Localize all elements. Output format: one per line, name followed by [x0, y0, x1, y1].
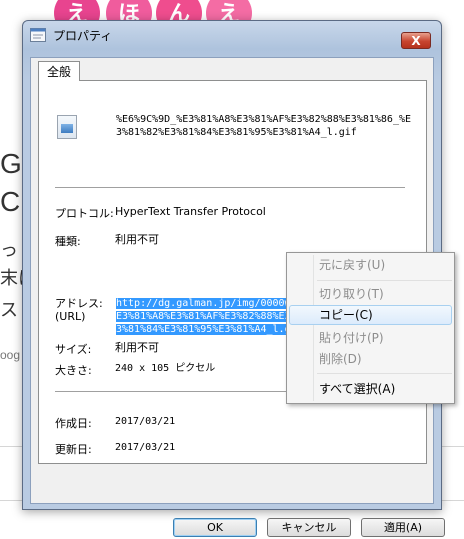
dimensions-value: 240 x 105 ピクセル [115, 363, 216, 374]
close-button[interactable]: X [401, 32, 431, 49]
protocol-label: プロトコル: [55, 207, 114, 220]
cancel-button[interactable]: キャンセル [267, 518, 351, 537]
created-value: 2017/03/21 [115, 416, 176, 427]
type-label: 種類: [55, 235, 81, 248]
address-label: アドレス: [55, 297, 103, 310]
size-value: 利用不可 [115, 341, 159, 354]
image-file-icon [57, 115, 77, 139]
properties-icon [30, 28, 46, 42]
file-name: %E6%9C%9D_%E3%81%A8%E3%81%AF%E3%82%88%E3… [116, 114, 412, 138]
tab-general[interactable]: 全般 [38, 61, 81, 81]
apply-button[interactable]: 適用(A) [361, 518, 445, 537]
background-text-fragment-4: oog [0, 348, 21, 362]
menu-item-delete[interactable]: 削除(D) [289, 349, 452, 369]
menu-separator [317, 373, 452, 374]
menu-item-cut[interactable]: 切り取り(T) [289, 284, 452, 304]
modified-label: 更新日: [55, 443, 92, 456]
address-url-label: (URL) [55, 310, 86, 323]
protocol-value: HyperText Transfer Protocol [115, 205, 266, 218]
background-text-fragment-1: っ [0, 240, 18, 260]
size-label: サイズ: [55, 343, 92, 356]
modified-value: 2017/03/21 [115, 442, 176, 453]
type-value: 利用不可 [115, 233, 159, 246]
menu-item-copy[interactable]: コピー(C) [289, 305, 452, 325]
dialog-title: プロパティ [53, 29, 113, 43]
dimensions-label: 大きさ: [55, 364, 92, 377]
menu-item-paste[interactable]: 貼り付け(P) [289, 328, 452, 348]
ok-button[interactable]: OK [173, 518, 257, 537]
menu-item-select-all[interactable]: すべて選択(A) [289, 379, 452, 399]
menu-item-undo[interactable]: 元に戻す(U) [289, 255, 452, 275]
title-bar[interactable]: プロパティ X [23, 21, 441, 49]
menu-separator [317, 280, 452, 281]
divider [55, 187, 405, 188]
context-menu: 元に戻す(U) 切り取り(T) コピー(C) 貼り付け(P) 削除(D) すべて… [286, 252, 455, 404]
created-label: 作成日: [55, 417, 92, 430]
